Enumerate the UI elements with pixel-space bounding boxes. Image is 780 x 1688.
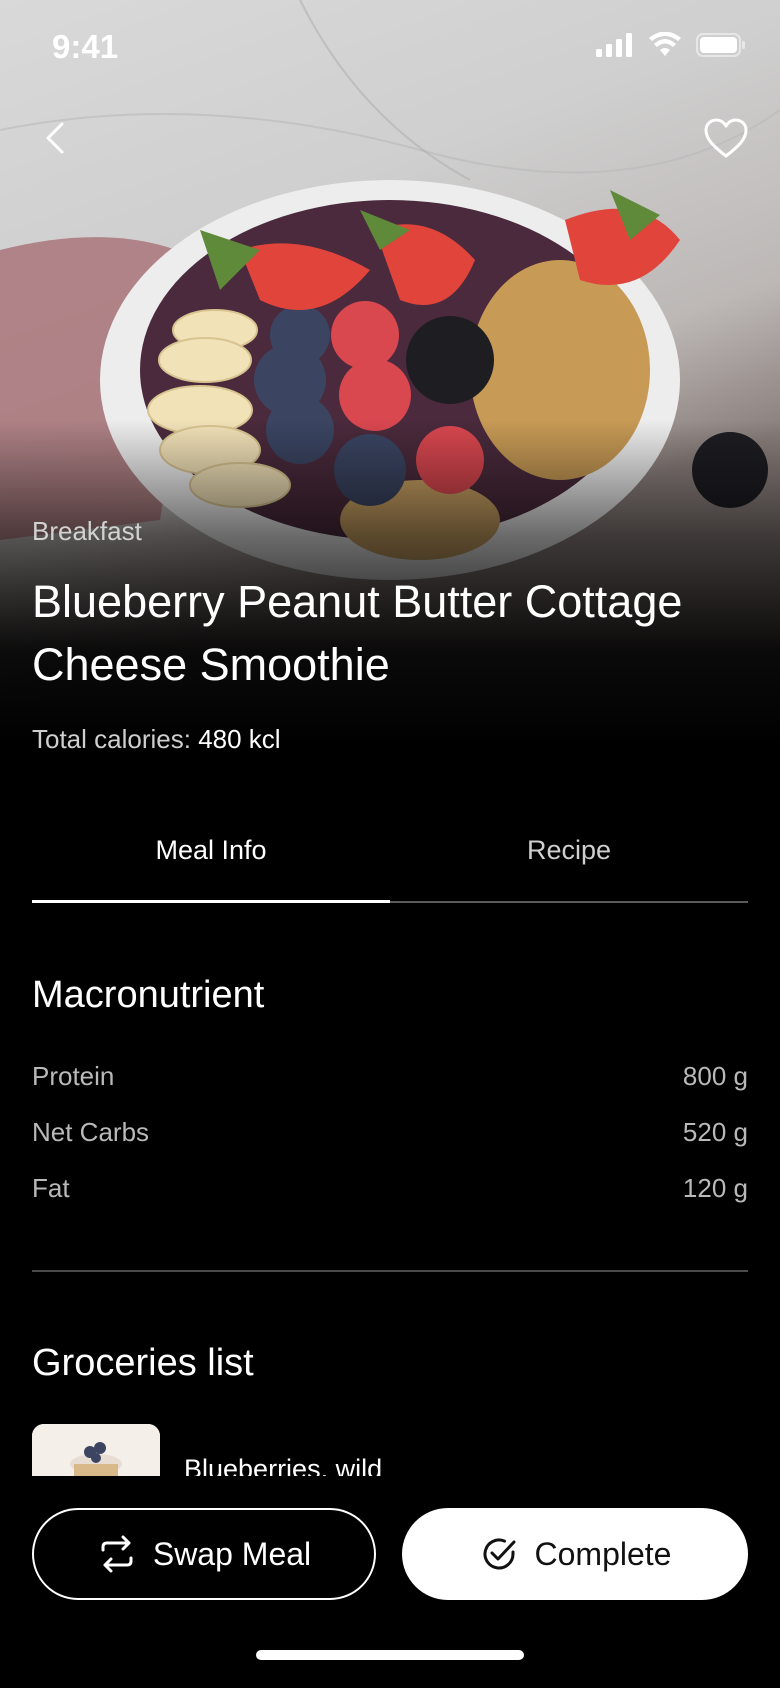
calories-label: Total calories: [32,724,191,754]
swap-meal-button[interactable]: Swap Meal [32,1508,376,1600]
swap-icon [101,1535,133,1573]
grocery-item[interactable]: Blueberries, wild [32,1424,748,1476]
blueberries-image [32,1424,160,1476]
calories-value: 480 kcl [198,724,281,754]
complete-label: Complete [534,1535,672,1572]
tab-meal-info[interactable]: Meal Info [32,800,390,900]
favorite-button[interactable] [694,106,758,170]
meal-calories: Total calories: 480 kcl [32,724,281,755]
macro-label: Net Carbs [32,1117,150,1147]
signal-icon [596,33,632,57]
macro-row-protein: Protein 800 g [32,1061,748,1101]
macro-value: 120 g [682,1173,748,1203]
swap-meal-label: Swap Meal [152,1535,312,1572]
section-divider [32,1270,748,1272]
complete-button[interactable]: Complete [402,1508,748,1600]
heart-icon [704,118,748,158]
wifi-icon [649,32,681,56]
status-time: 9:41 [52,28,119,65]
battery-icon [696,33,745,57]
home-indicator [256,1650,524,1660]
status-icons [596,32,746,58]
groceries-heading: Groceries list [32,1342,254,1384]
status-bar: 9:41 [0,0,780,96]
tab-bar: Meal Info Recipe [32,800,748,904]
macro-value: 800 g [682,1061,748,1091]
grocery-thumbnail [32,1424,160,1476]
back-button[interactable] [24,106,88,170]
meal-title: Blueberry Peanut Butter Cottage Cheese S… [32,576,683,690]
meal-category: Breakfast [32,516,142,546]
macro-label: Fat [32,1173,70,1203]
macro-label: Protein [32,1061,115,1091]
grocery-name: Blueberries, wild [184,1454,383,1476]
chevron-left-icon [46,122,64,154]
macro-row-net-carbs: Net Carbs 520 g [32,1117,748,1157]
macronutrient-heading: Macronutrient [32,974,265,1016]
tab-active-indicator [32,900,390,903]
check-circle-icon [483,1538,516,1570]
macro-row-fat: Fat 120 g [32,1173,748,1213]
tab-recipe[interactable]: Recipe [390,800,748,900]
macro-value: 520 g [682,1117,748,1147]
